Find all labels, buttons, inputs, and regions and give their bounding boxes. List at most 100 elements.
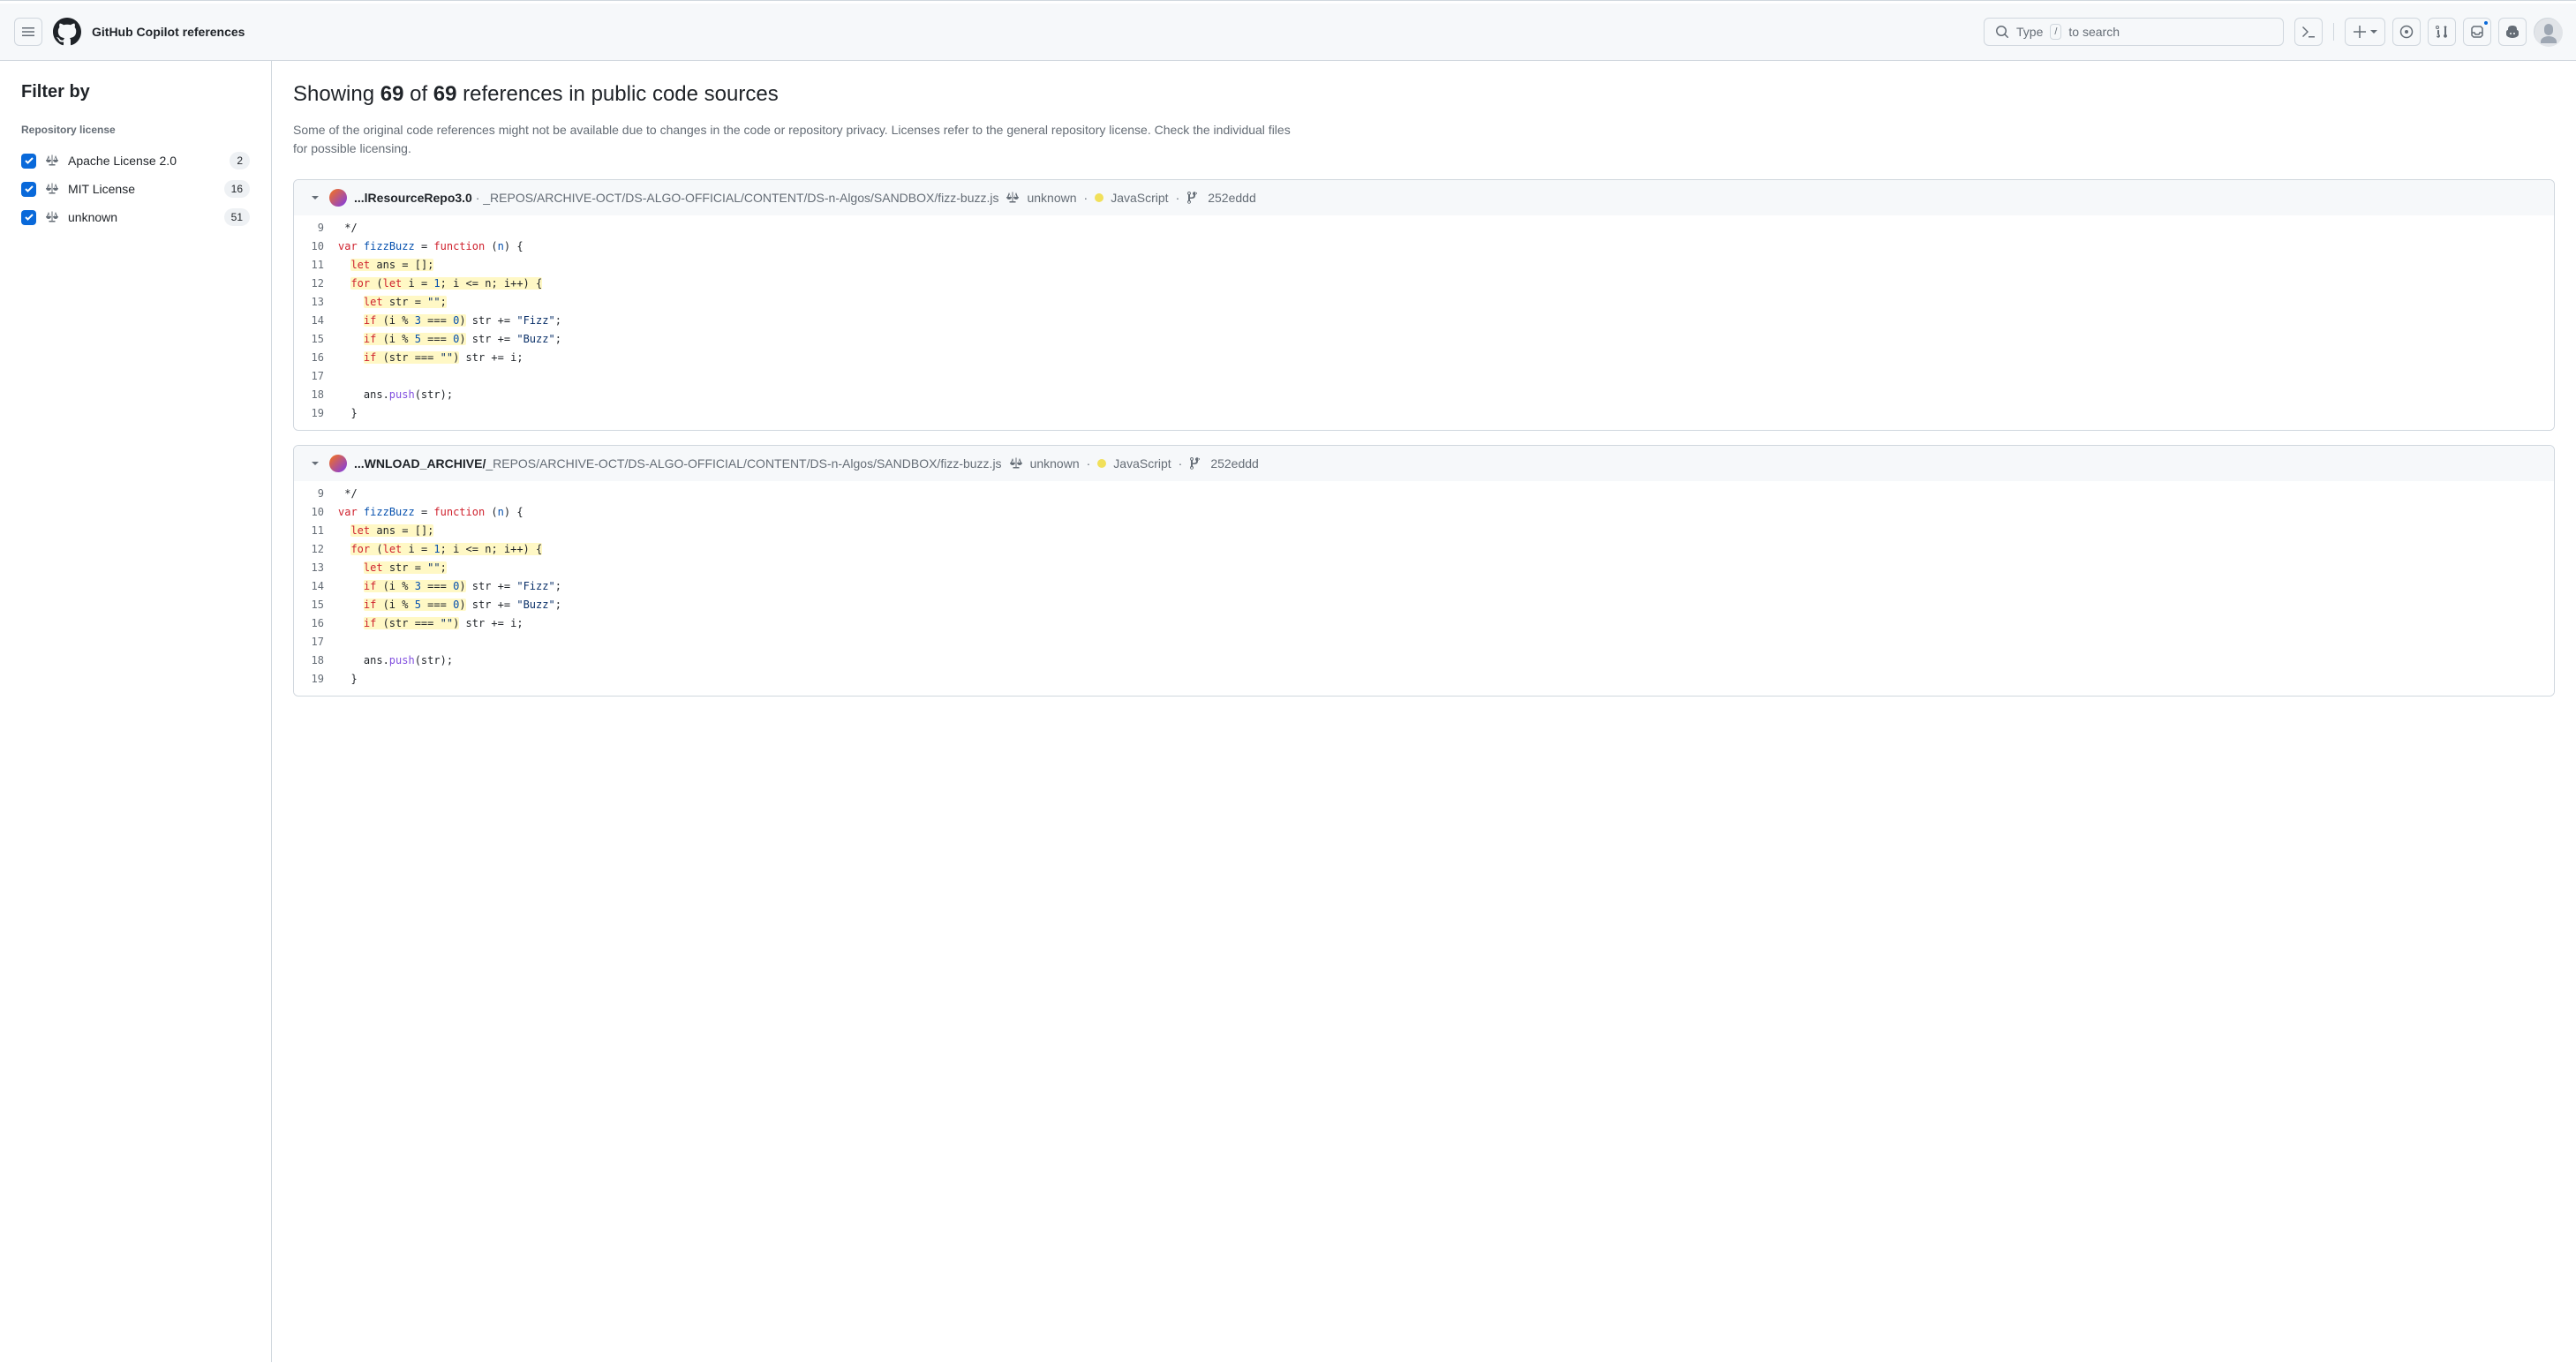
code-line: 10var fizzBuzz = function (n) { [294,503,2554,522]
global-header: GitHub Copilot references Type / to sear… [0,4,2576,61]
language-dot-icon [1097,459,1106,468]
create-new-button[interactable] [2345,18,2385,46]
git-pull-request-icon [2435,25,2449,39]
command-palette-button[interactable] [2294,18,2323,46]
issue-icon [2399,25,2414,39]
code-line: 9 */ [294,219,2554,237]
code-line: 15 if (i % 5 === 0) str += "Buzz"; [294,596,2554,614]
github-logo[interactable] [53,18,81,46]
code-snippet: 9 */10var fizzBuzz = function (n) {11 le… [294,481,2554,696]
law-icon [1006,191,1020,205]
line-number: 19 [294,404,338,423]
code-line: 19 } [294,670,2554,689]
menu-icon [21,25,35,39]
search-slash-key: / [2050,24,2061,40]
line-number: 17 [294,633,338,651]
result-header[interactable]: ...WNLOAD_ARCHIVE/_REPOS/ARCHIVE-OCT/DS-… [294,446,2554,481]
line-number: 13 [294,293,338,312]
line-number: 10 [294,503,338,522]
line-number: 9 [294,219,338,237]
hamburger-menu[interactable] [14,18,42,46]
branch-text[interactable]: 252eddd [1210,456,1259,471]
caret-down-icon [2370,28,2377,35]
notifications-button[interactable] [2463,18,2491,46]
code-line: 12 for (let i = 1; i <= n; i++) { [294,275,2554,293]
branch-text[interactable]: 252eddd [1208,191,1256,205]
results-heading: Showing 69 of 69 references in public co… [293,82,2555,107]
law-icon [1009,456,1023,471]
line-number: 14 [294,312,338,330]
repo-owner-avatar[interactable] [329,455,347,472]
code-line: 17 [294,633,2554,651]
language-text: JavaScript [1111,191,1168,205]
line-number: 18 [294,386,338,404]
code-line: 16 if (str === "") str += i; [294,614,2554,633]
code-line: 11 let ans = []; [294,256,2554,275]
checkbox-checked[interactable] [21,182,36,197]
code-line: 13 let str = ""; [294,559,2554,577]
inbox-icon [2470,25,2484,39]
checkbox-checked[interactable] [21,210,36,225]
code-snippet: 9 */10var fizzBuzz = function (n) {11 le… [294,215,2554,430]
pull-requests-button[interactable] [2428,18,2456,46]
line-number: 16 [294,349,338,367]
code-line: 12 for (let i = 1; i <= n; i++) { [294,540,2554,559]
result-path[interactable]: ...lResourceRepo3.0 · _REPOS/ARCHIVE-OCT… [354,191,998,205]
law-icon [45,154,59,168]
code-line: 16 if (str === "") str += i; [294,349,2554,367]
filter-count-badge: 51 [224,208,250,226]
github-mark-icon [53,18,81,46]
line-number: 13 [294,559,338,577]
code-line: 18 ans.push(str); [294,651,2554,670]
page-title: GitHub Copilot references [92,25,245,39]
header-actions [2294,18,2562,46]
copilot-icon [2505,25,2520,39]
code-line: 18 ans.push(str); [294,386,2554,404]
code-line: 15 if (i % 5 === 0) str += "Buzz"; [294,330,2554,349]
terminal-icon [2301,25,2316,39]
license-filter-row[interactable]: MIT License 16 [21,175,250,203]
search-icon [1995,25,2009,39]
main-content: Showing 69 of 69 references in public co… [272,61,2576,1362]
user-avatar[interactable] [2534,18,2562,46]
result-card: ...WNLOAD_ARCHIVE/_REPOS/ARCHIVE-OCT/DS-… [293,445,2555,697]
line-number: 10 [294,237,338,256]
code-line: 11 let ans = []; [294,522,2554,540]
law-icon [45,182,59,196]
search-placeholder-pre: Type [2016,25,2043,39]
issues-button[interactable] [2392,18,2421,46]
line-number: 11 [294,522,338,540]
result-path[interactable]: ...WNLOAD_ARCHIVE/_REPOS/ARCHIVE-OCT/DS-… [354,456,1002,471]
law-icon [45,210,59,224]
code-line: 19 } [294,404,2554,423]
license-filter-row[interactable]: Apache License 2.0 2 [21,147,250,175]
expand-toggle[interactable] [308,191,322,205]
filter-label: MIT License [68,182,215,196]
results-description: Some of the original code references mig… [293,121,1291,158]
filter-label: Apache License 2.0 [68,154,221,168]
search-placeholder-post: to search [2068,25,2120,39]
line-number: 11 [294,256,338,275]
repo-owner-avatar[interactable] [329,189,347,207]
search-box[interactable]: Type / to search [1984,18,2284,46]
code-line: 10var fizzBuzz = function (n) { [294,237,2554,256]
license-filter-row[interactable]: unknown 51 [21,203,250,231]
line-number: 16 [294,614,338,633]
chevron-down-icon [308,456,322,471]
code-line: 13 let str = ""; [294,293,2554,312]
checkbox-checked[interactable] [21,154,36,169]
line-number: 12 [294,275,338,293]
line-number: 12 [294,540,338,559]
result-header[interactable]: ...lResourceRepo3.0 · _REPOS/ARCHIVE-OCT… [294,180,2554,215]
filter-sidebar: Filter by Repository license Apache Lice… [0,61,272,1362]
plus-icon [2353,25,2367,39]
license-text: unknown [1027,191,1076,205]
license-text: unknown [1030,456,1080,471]
filter-count-badge: 16 [224,180,250,198]
chevron-down-icon [308,191,322,205]
expand-toggle[interactable] [308,456,322,471]
language-dot-icon [1095,193,1103,202]
sidebar-title: Filter by [21,82,250,102]
filter-count-badge: 2 [230,152,250,169]
copilot-button[interactable] [2498,18,2527,46]
